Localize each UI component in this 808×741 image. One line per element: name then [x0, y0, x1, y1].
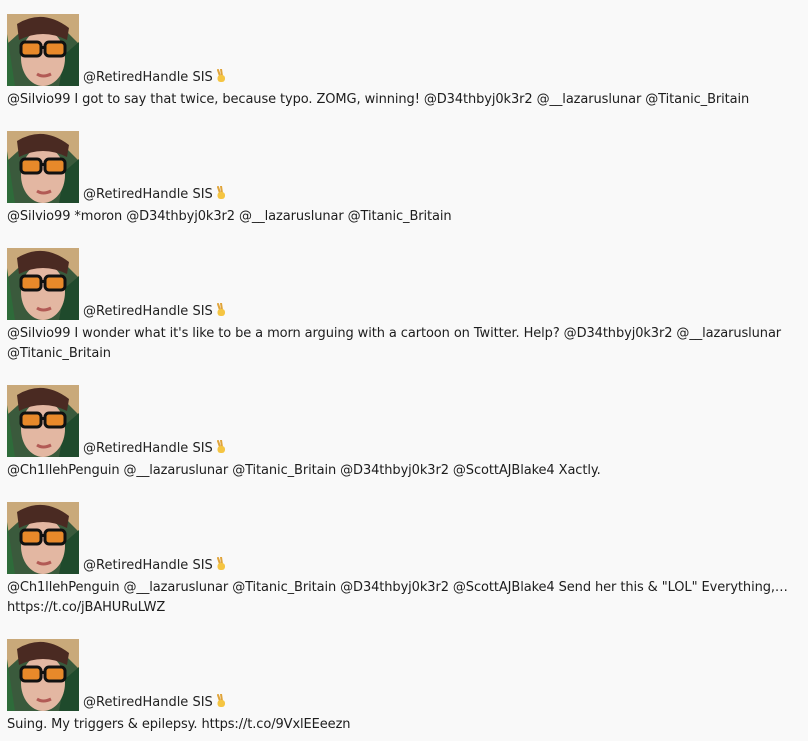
profile-avatar[interactable]	[7, 502, 79, 574]
victory-hand-icon	[216, 440, 225, 453]
tweet-text: Suing. My triggers & epilepsy. https://t…	[7, 717, 351, 732]
user-handle[interactable]: @RetiredHandle SIS	[83, 694, 228, 711]
user-handle-text: @RetiredHandle SIS	[83, 441, 213, 456]
user-handle[interactable]: @RetiredHandle SIS	[83, 69, 228, 86]
tweet-text: @Ch1llehPenguin @__lazaruslunar @Titanic…	[7, 580, 788, 615]
tweet-item: @RetiredHandle SIS @Ch1llehPenguin @__la…	[7, 502, 802, 618]
profile-avatar[interactable]	[7, 639, 79, 711]
user-handle-text: @RetiredHandle SIS	[83, 695, 213, 710]
tweet-item: @RetiredHandle SIS @Silvio99 I wonder wh…	[7, 248, 802, 364]
tweet-text: @Silvio99 *moron @D34thbyj0k3r2 @__lazar…	[7, 209, 452, 224]
tweet-header: @RetiredHandle SIS	[7, 385, 802, 457]
tweet-item: @RetiredHandle SIS @Silvio99 *moron @D34…	[7, 131, 802, 227]
tweet-item: @RetiredHandle SIS @Ch1llehPenguin @__la…	[7, 385, 802, 481]
victory-hand-icon	[216, 69, 225, 82]
tweet-header: @RetiredHandle SIS	[7, 248, 802, 320]
profile-avatar[interactable]	[7, 385, 79, 457]
tweet-text: @Silvio99 I wonder what it's like to be …	[7, 326, 782, 361]
user-handle-text: @RetiredHandle SIS	[83, 304, 213, 319]
profile-avatar[interactable]	[7, 248, 79, 320]
tweet-header: @RetiredHandle SIS	[7, 639, 802, 711]
victory-hand-icon	[216, 557, 225, 570]
victory-hand-icon	[216, 303, 225, 316]
tweet-text: @Silvio99 I got to say that twice, becau…	[7, 92, 750, 107]
tweet-item: @RetiredHandle SIS Suing. My triggers & …	[7, 639, 802, 735]
victory-hand-icon	[216, 186, 225, 199]
tweet-header: @RetiredHandle SIS	[7, 502, 802, 574]
user-handle-text: @RetiredHandle SIS	[83, 70, 213, 85]
user-handle-text: @RetiredHandle SIS	[83, 558, 213, 573]
user-handle[interactable]: @RetiredHandle SIS	[83, 440, 228, 457]
profile-avatar[interactable]	[7, 131, 79, 203]
tweet-header: @RetiredHandle SIS	[7, 131, 802, 203]
user-handle-text: @RetiredHandle SIS	[83, 187, 213, 202]
tweet-text: @Ch1llehPenguin @__lazaruslunar @Titanic…	[7, 463, 601, 478]
tweet-item: @RetiredHandle SIS @Silvio99 I got to sa…	[7, 14, 802, 110]
user-handle[interactable]: @RetiredHandle SIS	[83, 557, 228, 574]
user-handle[interactable]: @RetiredHandle SIS	[83, 303, 228, 320]
user-handle[interactable]: @RetiredHandle SIS	[83, 186, 228, 203]
tweet-header: @RetiredHandle SIS	[7, 14, 802, 86]
tweet-feed: @RetiredHandle SIS @Silvio99 I got to sa…	[0, 0, 808, 741]
profile-avatar[interactable]	[7, 14, 79, 86]
victory-hand-icon	[216, 694, 225, 707]
